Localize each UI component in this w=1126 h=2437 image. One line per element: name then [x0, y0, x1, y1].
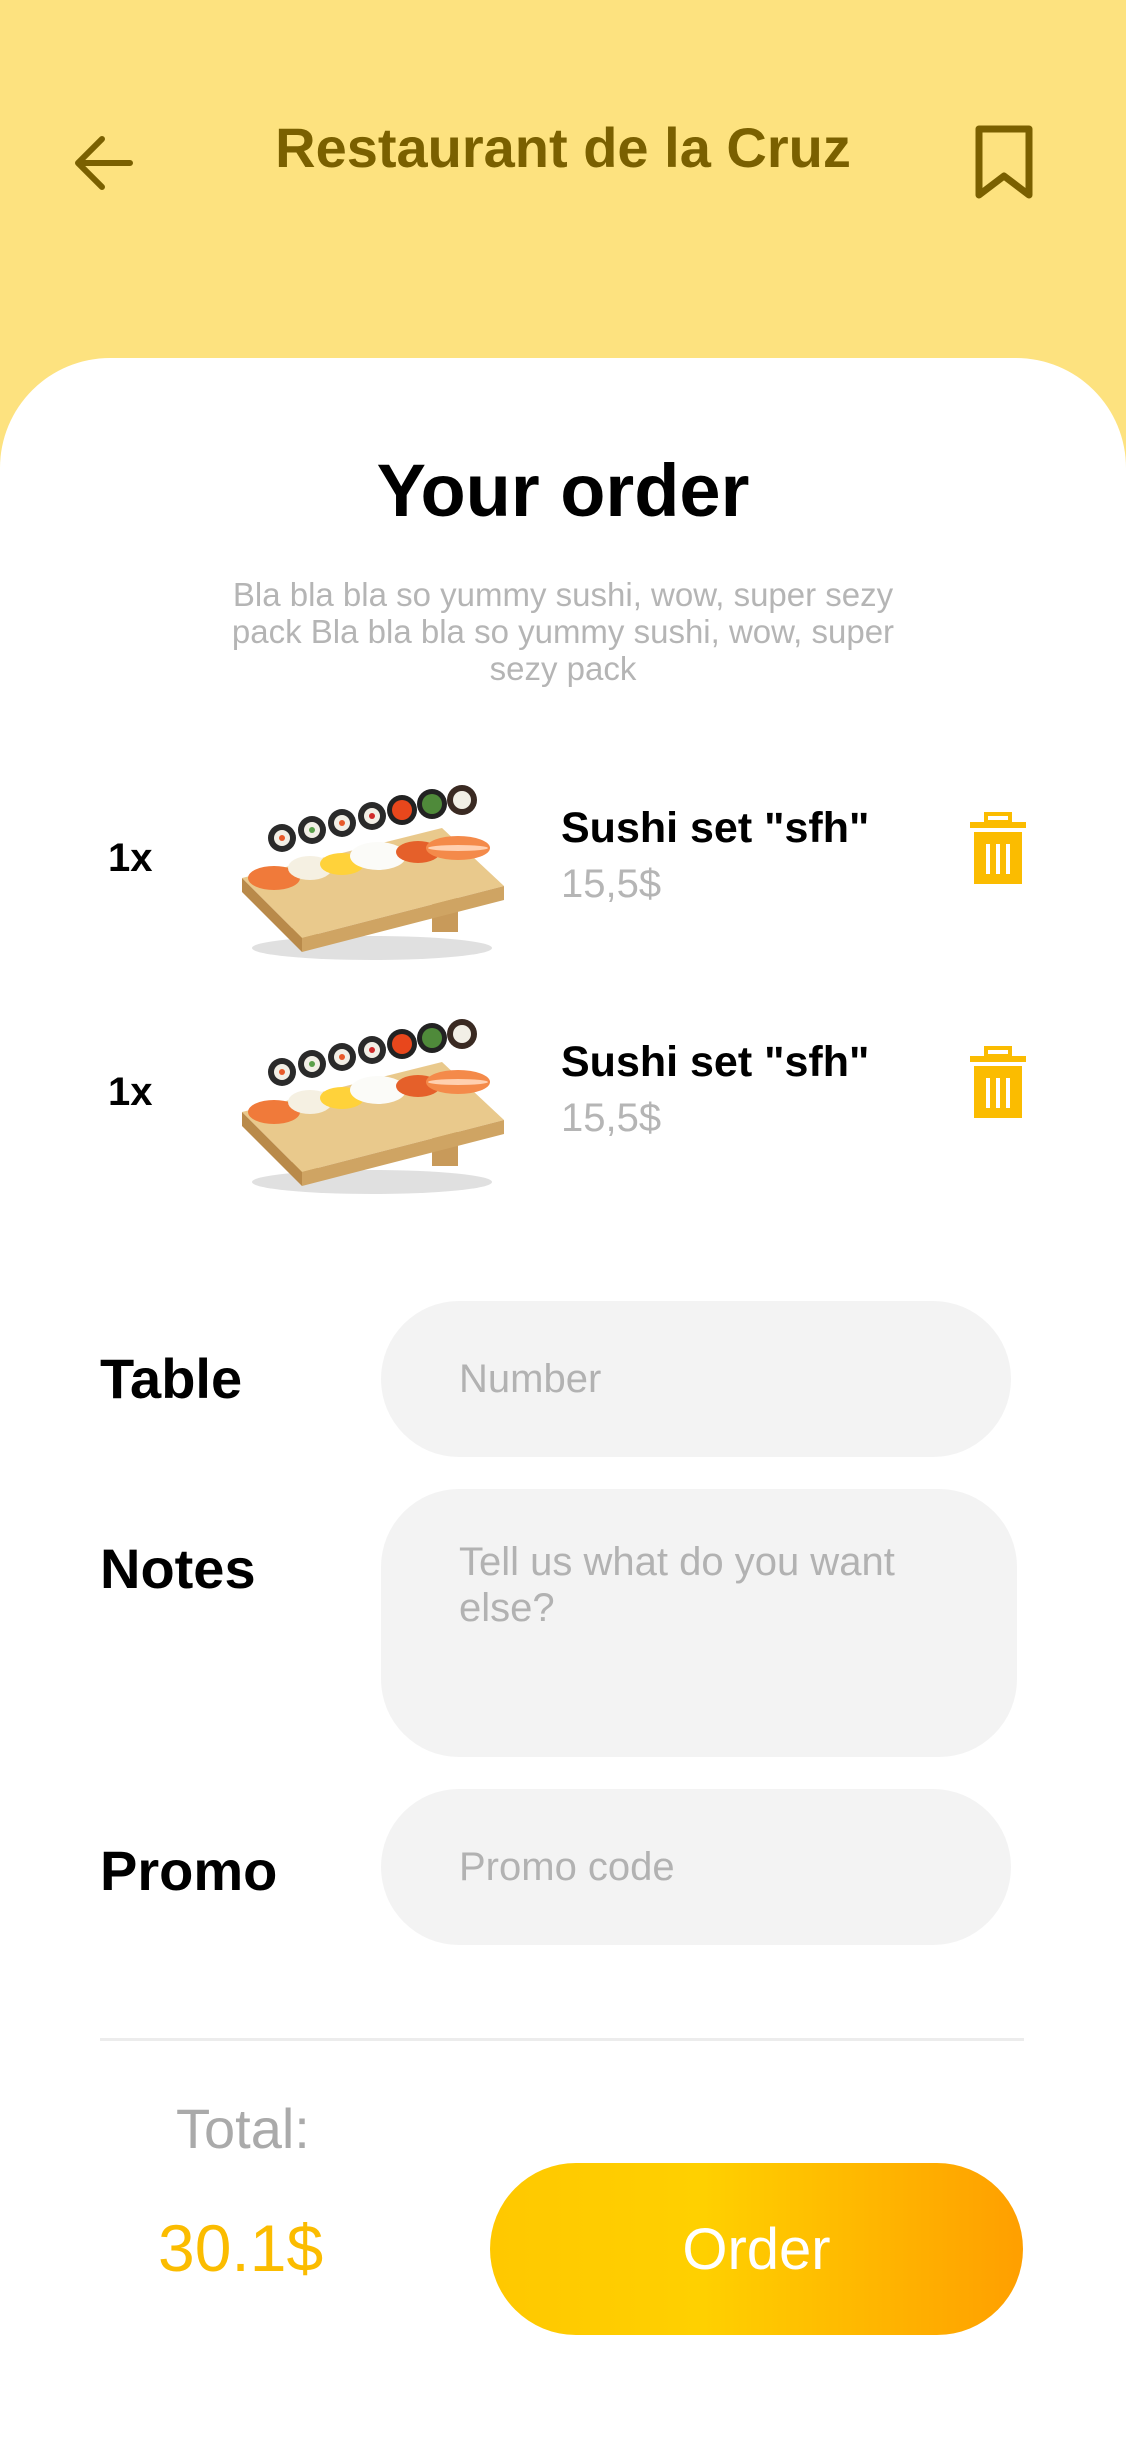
item-quantity: 1x: [108, 836, 153, 880]
notes-textarea[interactable]: [381, 1489, 1017, 1757]
trash-icon[interactable]: [966, 1046, 1030, 1120]
item-quantity: 1x: [108, 1070, 153, 1114]
trash-icon[interactable]: [966, 812, 1030, 886]
order-item: 1x Sushi set "sfh" 15,5$: [0, 768, 1126, 968]
total-value: 30.1$: [158, 2211, 324, 2285]
order-item: 1x Sushi set "sfh" 15,5$: [0, 1002, 1126, 1202]
notes-label: Notes: [100, 1537, 256, 1600]
order-description: Bla bla bla so yummy sushi, wow, super s…: [231, 576, 895, 687]
order-title: Your order: [376, 449, 750, 532]
item-name: Sushi set "sfh": [561, 1038, 870, 1086]
arrow-left-icon[interactable]: [68, 128, 138, 198]
header: Restaurant de la Cruz: [0, 0, 1126, 420]
item-name: Sushi set "sfh": [561, 804, 870, 852]
promo-label: Promo: [100, 1839, 278, 1902]
restaurant-title: Restaurant de la Cruz: [275, 116, 851, 179]
order-button[interactable]: Order: [490, 2163, 1023, 2335]
table-label: Table: [100, 1347, 243, 1410]
promo-code-input[interactable]: [381, 1789, 1011, 1945]
sushi-set-image: [242, 1019, 504, 1194]
sushi-set-image: [242, 785, 504, 960]
item-price: 15,5$: [561, 862, 662, 906]
divider: [100, 2038, 1024, 2041]
table-number-input[interactable]: [381, 1301, 1011, 1457]
item-price: 15,5$: [561, 1096, 662, 1140]
total-label: Total:: [176, 2097, 310, 2160]
bookmark-icon[interactable]: [972, 124, 1036, 202]
